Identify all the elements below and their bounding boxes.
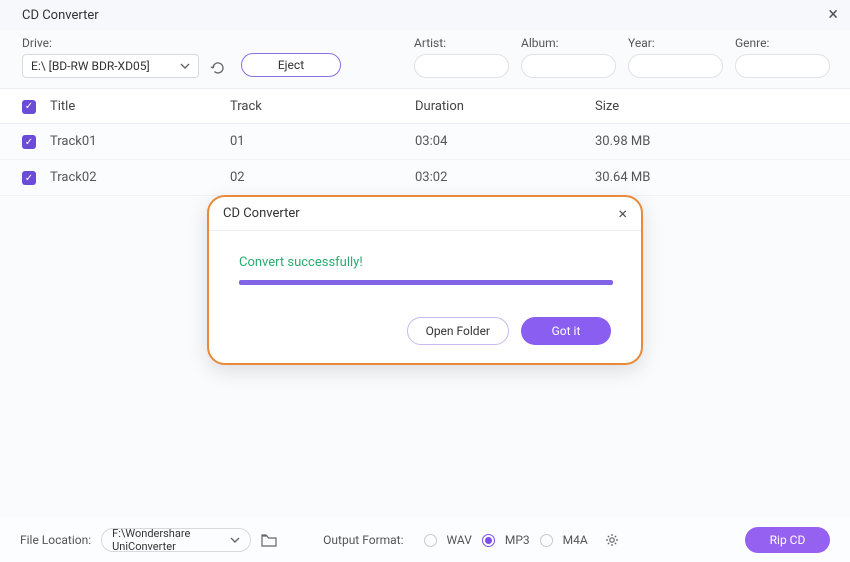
cell-duration: 03:04 [415, 134, 595, 149]
row-checkbox[interactable]: ✓ [22, 135, 36, 149]
radio-wav-label[interactable]: WAV [447, 533, 472, 547]
cell-size: 30.64 MB [595, 170, 828, 185]
header-size: Size [595, 99, 828, 114]
header-track: Track [230, 99, 415, 114]
chevron-down-icon [230, 537, 240, 543]
footer-bar: File Location: F:\Wondershare UniConvert… [0, 518, 850, 562]
drive-select[interactable]: E:\ [BD-RW BDR-XD05] [22, 54, 199, 78]
rip-cd-button[interactable]: Rip CD [745, 527, 830, 553]
chevron-down-icon [180, 63, 190, 69]
cell-track: 01 [230, 134, 415, 149]
drive-value: E:\ [BD-RW BDR-XD05] [31, 59, 150, 73]
rip-cd-label: Rip CD [770, 533, 806, 547]
top-controls: Drive: E:\ [BD-RW BDR-XD05] Eject Artist… [0, 30, 850, 88]
eject-label: Eject [278, 58, 304, 72]
table-header: ✓ Title Track Duration Size [0, 88, 850, 124]
dialog-header: CD Converter × [209, 197, 641, 231]
refresh-icon[interactable] [207, 60, 229, 76]
output-format-group: Output Format: WAV MP3 M4A [323, 532, 620, 548]
convert-success-dialog: CD Converter × Convert successfully! Ope… [207, 195, 643, 365]
cell-title: Track01 [50, 134, 230, 149]
progress-bar [239, 280, 613, 285]
cell-duration: 03:02 [415, 170, 595, 185]
year-input[interactable] [628, 54, 723, 78]
album-label: Album: [521, 36, 616, 50]
cell-track: 02 [230, 170, 415, 185]
cell-title: Track02 [50, 170, 230, 185]
header-title: Title [50, 99, 230, 114]
window-title: CD Converter [22, 8, 99, 23]
drive-label: Drive: [22, 36, 199, 50]
open-folder-label: Open Folder [426, 324, 490, 338]
radio-mp3[interactable] [482, 534, 495, 547]
close-icon[interactable]: × [828, 6, 838, 24]
gear-icon[interactable] [604, 532, 620, 548]
radio-wav[interactable] [424, 534, 437, 547]
select-all-checkbox[interactable]: ✓ [22, 100, 36, 114]
file-location-label: File Location: [20, 533, 91, 547]
dialog-title: CD Converter [223, 206, 300, 221]
eject-button[interactable]: Eject [241, 53, 341, 77]
artist-input[interactable] [414, 54, 509, 78]
title-bar: CD Converter × [0, 0, 850, 30]
metadata-fields: Artist: Album: Year: Genre: [414, 36, 830, 78]
year-label: Year: [628, 36, 723, 50]
genre-input[interactable] [735, 54, 830, 78]
artist-label: Artist: [414, 36, 509, 50]
open-folder-button[interactable]: Open Folder [407, 317, 509, 345]
file-location-value: F:\Wondershare UniConverter [112, 527, 230, 553]
album-input[interactable] [521, 54, 616, 78]
cell-size: 30.98 MB [595, 134, 828, 149]
radio-m4a[interactable] [540, 534, 553, 547]
output-format-label: Output Format: [323, 533, 403, 547]
got-it-label: Got it [552, 324, 581, 338]
close-icon[interactable]: × [618, 204, 627, 223]
file-location-select[interactable]: F:\Wondershare UniConverter [101, 528, 251, 552]
success-message: Convert successfully! [239, 255, 611, 270]
got-it-button[interactable]: Got it [521, 317, 611, 345]
genre-label: Genre: [735, 36, 830, 50]
row-checkbox[interactable]: ✓ [22, 171, 36, 185]
radio-m4a-label[interactable]: M4A [563, 533, 588, 547]
radio-mp3-label[interactable]: MP3 [505, 533, 530, 547]
table-row[interactable]: ✓ Track01 01 03:04 30.98 MB [0, 124, 850, 160]
header-duration: Duration [415, 99, 595, 114]
folder-icon[interactable] [261, 533, 277, 547]
dialog-footer: Open Folder Got it [209, 317, 641, 363]
table-row[interactable]: ✓ Track02 02 03:02 30.64 MB [0, 160, 850, 196]
dialog-body: Convert successfully! [209, 231, 641, 317]
drive-group: Drive: E:\ [BD-RW BDR-XD05] [22, 36, 199, 78]
